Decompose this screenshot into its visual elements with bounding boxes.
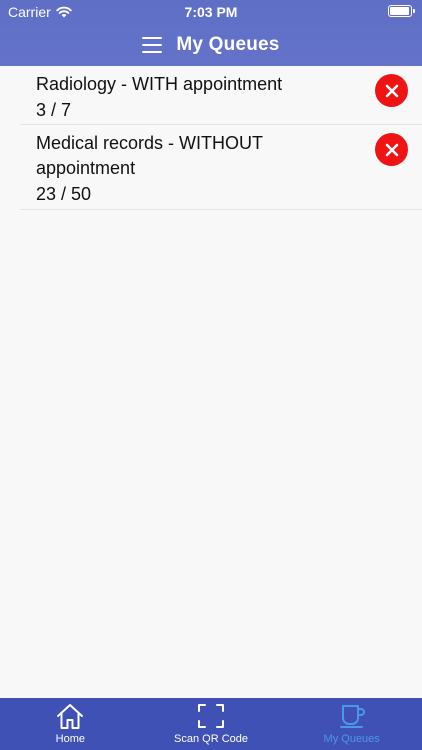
page-title: My Queues: [176, 34, 280, 55]
queue-name: Radiology - WITH appointment: [36, 74, 283, 94]
tab-home[interactable]: Home: [0, 698, 141, 750]
tab-bar: Home Scan QR Code My Queues: [0, 698, 422, 750]
queue-count: 3 / 7: [36, 100, 72, 120]
queue-count: 23 / 50: [36, 184, 92, 204]
remove-queue-button[interactable]: [375, 133, 408, 166]
battery-icon: [388, 5, 415, 17]
tab-scan-qr-code[interactable]: Scan QR Code: [141, 698, 282, 750]
status-bar: Carrier 7:03 PM: [0, 0, 422, 24]
remove-queue-button[interactable]: [375, 74, 408, 107]
close-icon: [385, 143, 398, 156]
menu-icon[interactable]: [142, 37, 163, 53]
queue-name: Medical records - WITHOUT appointment: [36, 133, 263, 178]
queue-list: Radiology - WITH appointment 3 / 7 Medic…: [20, 66, 422, 210]
scan-icon: [198, 704, 224, 728]
tab-label: My Queues: [323, 733, 380, 745]
title-bar: My Queues: [0, 24, 422, 66]
cup-icon: [339, 705, 365, 728]
tab-label: Home: [55, 733, 85, 745]
home-icon: [57, 704, 84, 729]
close-icon: [385, 84, 398, 97]
queue-row[interactable]: Medical records - WITHOUT appointment 23…: [20, 125, 422, 210]
tab-my-queues[interactable]: My Queues: [281, 698, 422, 750]
status-time: 7:03 PM: [184, 4, 238, 20]
queue-row[interactable]: Radiology - WITH appointment 3 / 7: [20, 66, 422, 125]
tab-label: Scan QR Code: [174, 733, 248, 745]
top-bar: Carrier 7:03 PM My Queues: [0, 0, 422, 66]
